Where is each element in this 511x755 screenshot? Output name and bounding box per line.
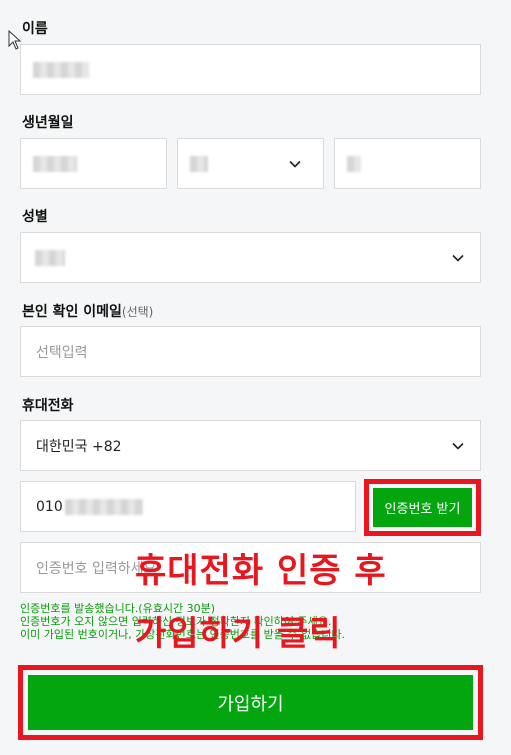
phone-number-input[interactable]: 010 [20,481,356,532]
birth-month-select[interactable] [177,138,324,189]
birth-year-input[interactable] [20,138,167,189]
birth-year-redacted [33,155,77,172]
gender-value-redacted [35,249,65,266]
annotation-line1: 휴대전화 인증 후 [135,551,387,591]
birth-day-redacted [347,155,361,172]
email-label-text: 본인 확인 이메일 [22,304,122,320]
name-input[interactable] [20,44,481,95]
email-placeholder: 선택입력 [36,344,88,361]
email-label: 본인 확인 이메일(선택) [22,301,153,321]
email-label-optional: (선택) [121,305,154,319]
birth-label: 생년월일 [22,115,74,131]
request-code-button[interactable]: 인증번호 받기 [373,488,472,527]
email-input[interactable]: 선택입력 [20,326,481,377]
chevron-down-icon [452,254,464,262]
name-label: 이름 [22,21,48,37]
annotation-line2: 가입하기 클릭 [135,614,342,654]
gender-label: 성별 [22,209,48,225]
birth-month-redacted [190,155,208,172]
chevron-down-icon [289,160,301,168]
phone-number-prefix: 010 [36,498,63,515]
country-code-value: 대한민국 +82 [36,438,122,455]
chevron-down-icon [452,442,464,450]
name-value-redacted [33,61,89,78]
country-code-select[interactable]: 대한민국 +82 [20,420,481,471]
submit-button[interactable]: 가입하기 [28,675,473,730]
phone-label: 휴대전화 [22,398,74,414]
birth-day-input[interactable] [334,138,481,189]
gender-select[interactable] [20,232,481,283]
phone-number-redacted [65,498,143,515]
